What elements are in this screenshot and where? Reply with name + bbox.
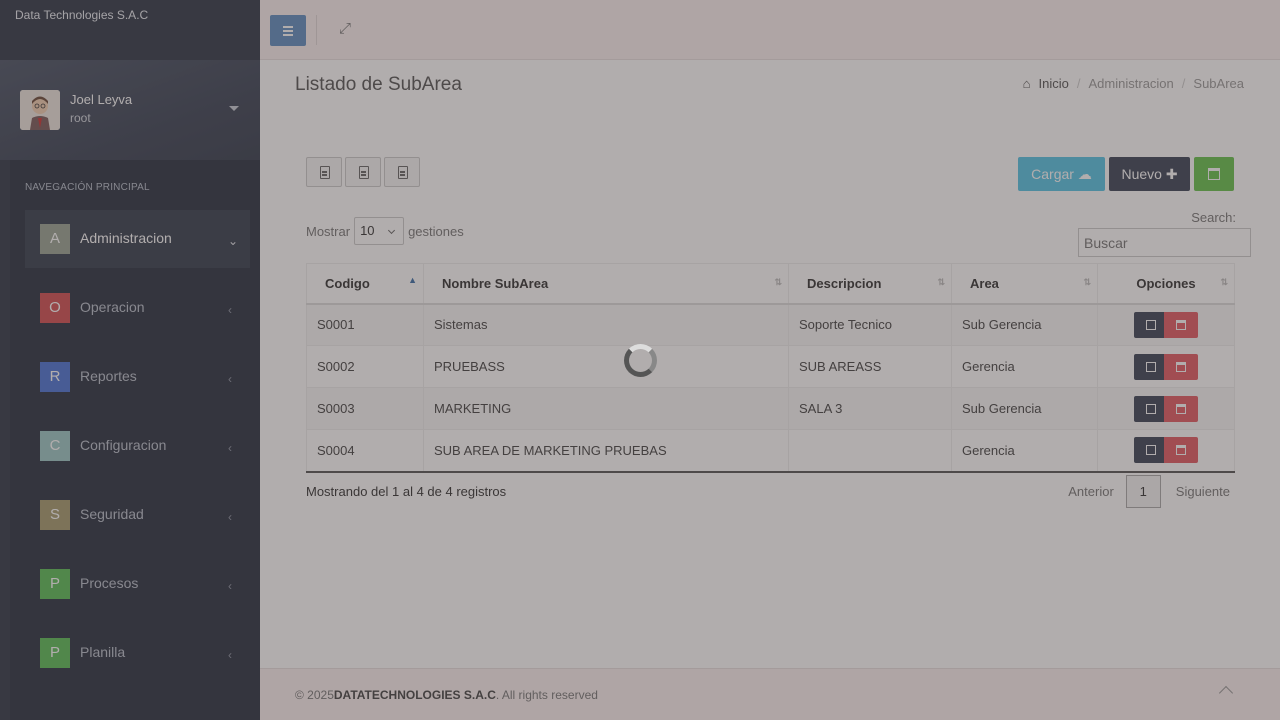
loading-spinner-icon (624, 344, 657, 377)
